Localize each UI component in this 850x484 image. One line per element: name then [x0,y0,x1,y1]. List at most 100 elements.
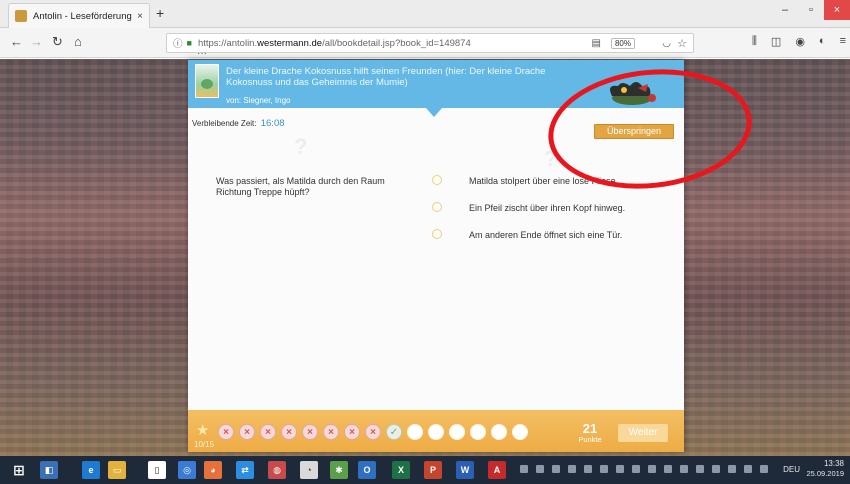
address-bar[interactable]: ⓘ ■ https://antolin.westermann.de/all/bo… [166,33,694,59]
lock-icon[interactable]: ■ [187,38,192,48]
tray-app-icon[interactable] [760,465,768,473]
tray-app-icon[interactable] [552,465,560,473]
info-icon[interactable]: ⓘ [173,36,183,50]
people-icon[interactable]: ◧ [40,461,58,479]
progress-dot-empty [407,424,423,440]
timer-value: 16:08 [260,118,285,129]
progress-dot-empty [512,424,528,440]
clock[interactable]: 13:38 25.09.2019 [806,459,844,479]
reader-view-icon[interactable]: ▤ [592,38,601,49]
tray-app-icon[interactable] [728,465,736,473]
powerpoint-icon[interactable]: P [424,461,442,479]
maximize-button[interactable]: ▫ [798,0,824,20]
answer-radio[interactable] [432,175,442,185]
file-explorer-icon[interactable]: ▭ [108,461,126,479]
document-icon[interactable]: ▯ [148,461,166,479]
clock-date: 25.09.2019 [806,469,844,478]
progress-dot-wrong: × [365,424,381,440]
progress-dot-wrong: × [218,424,234,440]
page-actions-icon[interactable]: ··· [197,48,655,59]
progress-dot-empty [428,424,444,440]
volume-icon[interactable] [616,465,624,473]
header-notch [426,108,442,117]
account-icon[interactable]: ◐ [819,35,826,48]
tray-app-icon[interactable] [584,465,592,473]
app-icon[interactable]: ◎ [178,461,196,479]
system-tray-icons [520,465,780,475]
firefox-icon[interactable]: ◕ [204,461,222,479]
answer-option[interactable]: Am anderen Ende öffnet sich eine Tür. [432,228,625,255]
extension-icon[interactable]: ◉ [795,35,805,48]
progress-dot-wrong: × [344,424,360,440]
sidebar-icon[interactable]: ◫ [771,35,781,48]
book-author: von: Siegner, Ingo [226,96,291,105]
answer-label[interactable]: Ein Pfeil zischt über ihren Kopf hinweg. [469,201,625,213]
chrome-icon[interactable]: ◔ [300,461,318,479]
window-close-button[interactable]: × [824,0,850,20]
points-value: 21 [582,421,598,436]
window-controls: – ▫ × [772,0,850,20]
language-indicator[interactable]: DEU [783,465,800,474]
book-title: Der kleine Drache Kokosnuss hilft seinen… [226,66,546,88]
browser-nav-bar: ← → ↻ ⌂ ⓘ ■ https://antolin.westermann.d… [0,28,850,59]
back-arrow-icon[interactable]: ← [10,34,23,49]
answer-label[interactable]: Am anderen Ende öffnet sich eine Tür. [469,228,622,240]
excel-icon[interactable]: X [392,461,410,479]
forward-arrow-icon[interactable]: → [30,34,43,49]
browser-tab[interactable]: Antolin - Leseförderung von ll × [8,3,150,28]
question-mark-decoration-icon: ? [294,134,308,159]
quiz-footer: ★ 10/15 × × × × × × × × ✓ 21 Punkte Weiter [188,410,684,452]
app-green-icon[interactable]: ✱ [330,461,348,479]
url-text: https://antolin.westermann.de/all/bookde… [197,37,471,49]
menu-icon[interactable]: ≡ [840,35,846,48]
app-red-icon[interactable]: ◍ [268,461,286,479]
answer-list: Matilda stolpert über eine lose Fliese. … [432,174,625,255]
next-button[interactable]: Weiter [618,424,668,442]
mail-icon[interactable] [536,465,544,473]
tray-app-icon[interactable] [696,465,704,473]
outlook-icon[interactable]: O [358,461,376,479]
reload-icon[interactable]: ↻ [52,34,63,50]
network-icon[interactable] [600,465,608,473]
progress-dot-wrong: × [281,424,297,440]
progress-dot-wrong: × [260,424,276,440]
tray-app-icon[interactable] [744,465,752,473]
acrobat-icon[interactable]: A [488,461,506,479]
star-icon: ★ [196,422,210,439]
browser-tab-bar: Antolin - Leseförderung von ll × + – ▫ × [0,0,850,28]
question-counter: 10/15 [194,440,215,449]
new-tab-button[interactable]: + [156,5,164,21]
edge-browser-icon[interactable]: e [82,461,100,479]
answer-radio[interactable] [432,202,442,212]
remaining-time: Verbleibende Zeit: 16:08 [192,118,285,129]
windows-taskbar: ⊞ ◧ e ▭ ▯ ◎ ◕ ⇄ ◍ ◔ ✱ O X P W A DEU 13:3… [0,456,850,484]
points-display: 21 Punkte [572,422,608,444]
toolbar-icons: ⫼ ◫ ◉ ◐ ≡ [752,35,846,48]
book-cover-image [195,64,219,98]
progress-dot-empty [470,424,486,440]
teamviewer-icon[interactable]: ⇄ [236,461,254,479]
keyboard-icon[interactable] [520,465,528,473]
word-icon[interactable]: W [456,461,474,479]
tray-app-icon[interactable] [664,465,672,473]
bookmark-star-icon[interactable]: ☆ [677,37,687,50]
progress-dot-wrong: × [302,424,318,440]
zoom-level[interactable]: 80% [610,37,635,49]
home-icon[interactable]: ⌂ [74,34,82,49]
tray-app-icon[interactable] [568,465,576,473]
answer-radio[interactable] [432,229,442,239]
progress-dot-wrong: × [239,424,255,440]
answer-option[interactable]: Ein Pfeil zischt über ihren Kopf hinweg. [432,201,625,228]
progress-dot-empty [491,424,507,440]
tab-close-icon[interactable]: × [137,11,143,22]
tray-app-icon[interactable] [680,465,688,473]
minimize-button[interactable]: – [772,0,798,20]
progress-indicator: × × × × × × × × ✓ [218,424,528,440]
tray-app-icon[interactable] [648,465,656,473]
windows-start-icon[interactable]: ⊞ [10,461,28,479]
tray-app-icon[interactable] [632,465,640,473]
tray-app-icon[interactable] [712,465,720,473]
progress-dot-empty [449,424,465,440]
pocket-icon[interactable]: ◡ [662,38,671,49]
library-icon[interactable]: ⫼ [752,35,757,48]
